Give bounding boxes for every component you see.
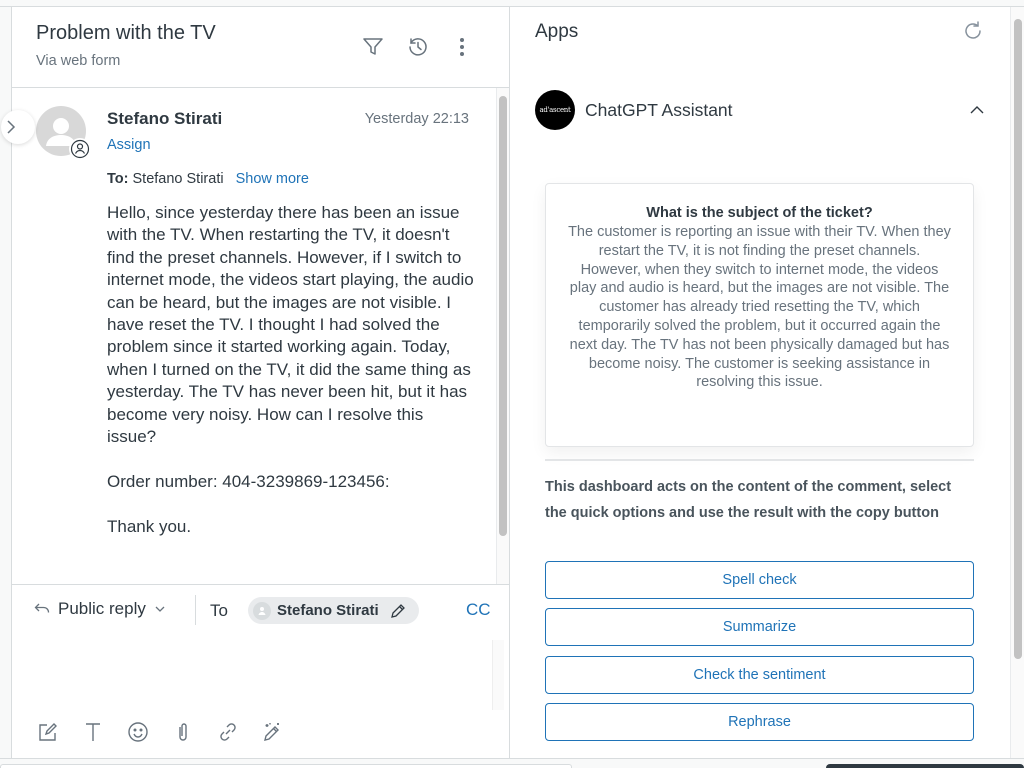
check-sentiment-button[interactable]: Check the sentiment bbox=[545, 656, 974, 694]
comment-author: Stefano Stirati bbox=[107, 109, 223, 128]
app-header-chatgpt-assistant[interactable]: ad'ascent ChatGPT Assistant bbox=[535, 90, 987, 130]
end-user-badge-icon bbox=[69, 138, 91, 160]
filter-icon[interactable] bbox=[361, 35, 385, 59]
cc-button[interactable]: CC bbox=[466, 600, 491, 620]
recipient-avatar-icon bbox=[253, 601, 271, 620]
app-name: ChatGPT Assistant bbox=[585, 99, 733, 120]
recipient-chip[interactable]: Stefano Stirati bbox=[248, 597, 419, 624]
ticket-title: Problem with the TV bbox=[36, 22, 216, 44]
composer-toolbar bbox=[36, 720, 285, 744]
scrollbar-thumb[interactable] bbox=[1014, 19, 1022, 659]
attachment-icon[interactable] bbox=[171, 720, 195, 744]
emoji-icon[interactable] bbox=[126, 720, 150, 744]
reply-textarea[interactable] bbox=[34, 640, 489, 710]
chevron-up-icon[interactable] bbox=[967, 100, 987, 120]
apps-title: Apps bbox=[535, 21, 579, 42]
comment-body: Hello, since yesterday there has been an… bbox=[107, 203, 474, 536]
ticket-panel: Problem with the TV Via web form Stefano… bbox=[1, 7, 510, 758]
edit-pencil-icon[interactable] bbox=[389, 602, 407, 620]
link-icon[interactable] bbox=[216, 720, 240, 744]
recipient-line: To: Stefano Stirati Show more bbox=[107, 171, 309, 187]
reply-type-dropdown[interactable]: Public reply bbox=[34, 599, 166, 619]
reply-type-label: Public reply bbox=[58, 599, 146, 618]
chevron-down-icon bbox=[155, 606, 165, 612]
assign-link[interactable]: Assign bbox=[107, 137, 151, 153]
spell-check-button[interactable]: Spell check bbox=[545, 561, 974, 599]
refresh-icon[interactable] bbox=[962, 20, 984, 42]
reply-scrollbar[interactable] bbox=[492, 640, 504, 710]
history-icon[interactable] bbox=[406, 35, 430, 59]
app-logo: ad'ascent bbox=[535, 90, 575, 130]
bottom-tab bbox=[0, 764, 572, 768]
show-more-link[interactable]: Show more bbox=[236, 171, 309, 187]
conversation-scrollbar[interactable] bbox=[496, 88, 509, 584]
summary-question: What is the subject of the ticket? bbox=[646, 205, 873, 221]
apps-scrollbar[interactable] bbox=[1010, 7, 1024, 758]
summary-card: What is the subject of the ticket? The c… bbox=[545, 183, 974, 447]
ticket-channel: Via web form bbox=[36, 53, 121, 69]
reply-composer: Public reply To Stefano Stirati CC bbox=[12, 584, 509, 758]
text-format-icon[interactable] bbox=[81, 720, 105, 744]
conversation: Stefano Stirati Yesterday 22:13 Assign T… bbox=[12, 88, 509, 584]
apps-panel: Apps ad'ascent ChatGPT Assistant What is… bbox=[510, 7, 1024, 758]
divider bbox=[545, 459, 974, 461]
bottom-bar bbox=[826, 764, 1024, 768]
more-options-icon[interactable] bbox=[450, 35, 474, 59]
chevron-right-icon bbox=[7, 120, 16, 134]
to-label: To: bbox=[107, 171, 129, 187]
summary-answer: The customer is reporting an issue with … bbox=[568, 224, 951, 391]
expand-panel-button[interactable] bbox=[1, 110, 35, 144]
ticket-header: Problem with the TV Via web form bbox=[12, 7, 509, 88]
compose-icon[interactable] bbox=[36, 720, 60, 744]
divider bbox=[195, 595, 196, 625]
rephrase-button[interactable]: Rephrase bbox=[545, 703, 974, 741]
dashboard-description: This dashboard acts on the content of th… bbox=[545, 479, 952, 521]
reply-arrow-icon bbox=[34, 603, 50, 613]
reply-to-label: To bbox=[210, 601, 228, 620]
recipient-name: Stefano Stirati bbox=[277, 602, 379, 619]
to-name: Stefano Stirati bbox=[132, 171, 224, 187]
top-strip bbox=[0, 0, 1024, 7]
summarize-button[interactable]: Summarize bbox=[545, 608, 974, 646]
comment-timestamp: Yesterday 22:13 bbox=[364, 111, 469, 127]
scrollbar-thumb[interactable] bbox=[499, 96, 507, 536]
magic-wand-icon[interactable] bbox=[261, 720, 285, 744]
